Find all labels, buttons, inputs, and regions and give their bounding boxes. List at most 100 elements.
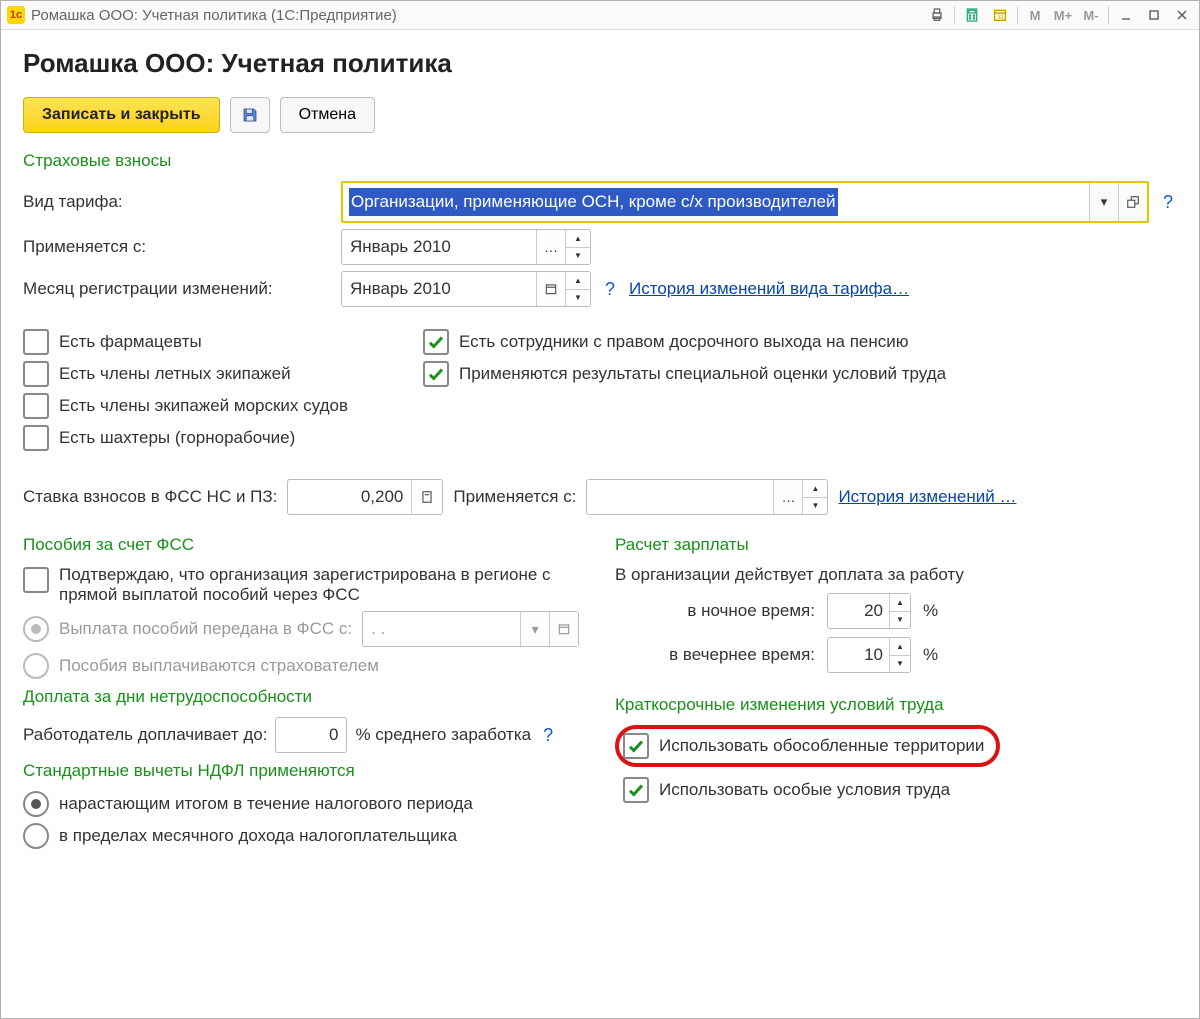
chk-label: Есть шахтеры (горнорабочие) (59, 428, 295, 448)
content-area: Ромашка ООО: Учетная политика Записать и… (1, 30, 1199, 875)
window: 1c Ромашка ООО: Учетная политика (1С:Пре… (0, 0, 1200, 1019)
fss-direct-date-value: . . (363, 612, 520, 646)
section-sickpay-title: Доплата за дни нетрудоспособности (23, 687, 585, 707)
calendar-button (549, 612, 578, 646)
calendar-icon[interactable]: 31 (987, 4, 1013, 26)
fss-rate-label: Ставка взносов в ФСС НС и ПЗ: (23, 487, 277, 507)
fss-rate-value: 0,200 (288, 480, 411, 514)
chk-label: Есть члены летных экипажей (59, 364, 291, 384)
dropdown-button: ▾ (520, 612, 549, 646)
app-logo: 1c (7, 6, 25, 24)
chk-early-pension[interactable]: Есть сотрудники с правом досрочного выхо… (423, 329, 1177, 355)
chk-pharmacists[interactable]: Есть фармацевты (23, 329, 423, 355)
evening-spinner[interactable]: ▲▼ (889, 638, 910, 672)
help-icon[interactable]: ? (601, 279, 619, 300)
titlebar: 1c Ромашка ООО: Учетная политика (1С:Пре… (1, 1, 1199, 30)
fss-applied-from-field[interactable]: … ▲▼ (586, 479, 828, 515)
fss-history-link[interactable]: История изменений … (838, 487, 1016, 507)
applied-from-label: Применяется с: (23, 237, 331, 257)
minimize-button[interactable] (1113, 4, 1139, 26)
evening-value: 10 (828, 638, 889, 672)
sickpay-suffix: % среднего заработка (355, 725, 531, 745)
calculator-button[interactable] (411, 480, 442, 514)
chk-sea-crew[interactable]: Есть члены экипажей морских судов (23, 393, 423, 419)
radio-label: в пределах месячного дохода налогоплател… (59, 826, 457, 846)
section-insurance-title: Страховые взносы (23, 151, 1177, 171)
chk-confirm-region[interactable]: Подтверждаю, что организация зарегистрир… (23, 565, 585, 605)
memory-m-button[interactable]: M (1022, 4, 1048, 26)
svg-text:31: 31 (997, 15, 1004, 21)
window-title: Ромашка ООО: Учетная политика (1С:Предпр… (31, 7, 397, 24)
applied-from-field[interactable]: Январь 2010 … ▲▼ (341, 229, 591, 265)
night-value-field[interactable]: 20 ▲▼ (827, 593, 911, 629)
calculator-icon[interactable] (959, 4, 985, 26)
save-button[interactable] (230, 97, 270, 133)
chk-label: Есть фармацевты (59, 332, 202, 352)
month-spinner[interactable]: ▲▼ (565, 272, 590, 306)
help-icon[interactable]: ? (539, 725, 557, 746)
radio-label: Пособия выплачиваются страхователем (59, 656, 379, 676)
sickpay-field[interactable]: 0 (275, 717, 347, 753)
radio-fss-direct: Выплата пособий передана в ФСС с: . . ▾ (23, 611, 585, 647)
ellipsis-button[interactable]: … (536, 230, 565, 264)
section-ndfl-title: Стандартные вычеты НДФЛ применяются (23, 761, 585, 781)
reg-month-label: Месяц регистрации изменений: (23, 279, 331, 299)
tariff-label: Вид тарифа: (23, 192, 331, 212)
applied-from-value: Январь 2010 (342, 230, 536, 264)
fss-applied-from-value (587, 480, 773, 514)
maximize-button[interactable] (1141, 4, 1167, 26)
chk-territories[interactable]: Использовать обособленные территории (623, 733, 984, 759)
fss-direct-date: . . ▾ (362, 611, 579, 647)
section-fss-benefits-title: Пособия за счет ФСС (23, 535, 585, 555)
chk-label: Применяются результаты специальной оценк… (459, 364, 946, 384)
ellipsis-button[interactable]: … (773, 480, 802, 514)
chk-flight-crew[interactable]: Есть члены летных экипажей (23, 361, 423, 387)
tariff-history-link[interactable]: История изменений вида тарифа… (629, 279, 909, 299)
sickpay-value: 0 (276, 718, 346, 752)
section-conditions-title: Краткосрочные изменения условий труда (615, 695, 1177, 715)
print-icon[interactable] (924, 4, 950, 26)
chk-label: Подтверждаю, что организация зарегистрир… (59, 565, 585, 605)
payroll-intro: В организации действует доплата за работ… (615, 565, 1177, 585)
month-spinner[interactable]: ▲▼ (802, 480, 827, 514)
help-icon[interactable]: ? (1159, 192, 1177, 213)
dropdown-button[interactable]: ▾ (1089, 183, 1118, 221)
open-select-button[interactable] (1118, 183, 1147, 221)
chk-special-assessment[interactable]: Применяются результаты специальной оценк… (423, 361, 1177, 387)
close-button[interactable] (1169, 4, 1195, 26)
chk-special-conditions[interactable]: Использовать особые условия труда (623, 777, 1177, 803)
memory-mplus-button[interactable]: M+ (1050, 4, 1076, 26)
fss-applied-from-label: Применяется с: (453, 487, 576, 507)
night-label: в ночное время: (615, 601, 815, 621)
radio-label: нарастающим итогом в течение налогового … (59, 794, 473, 814)
save-close-button[interactable]: Записать и закрыть (23, 97, 220, 133)
chk-label: Есть члены экипажей морских судов (59, 396, 348, 416)
reg-month-field[interactable]: Январь 2010 ▲▼ (341, 271, 591, 307)
night-spinner[interactable]: ▲▼ (889, 594, 910, 628)
evening-label: в вечернее время: (615, 645, 815, 665)
radio-insurer-pays: Пособия выплачиваются страхователем (23, 653, 585, 679)
radio-ndfl-accrued[interactable]: нарастающим итогом в течение налогового … (23, 791, 585, 817)
cancel-button[interactable]: Отмена (280, 97, 375, 133)
memory-mminus-button[interactable]: M- (1078, 4, 1104, 26)
pct-label: % (923, 601, 938, 621)
sickpay-label: Работодатель доплачивает до: (23, 725, 267, 745)
tariff-value-text: Организации, применяющие ОСН, кроме с/х … (343, 183, 1089, 221)
toolbar: Записать и закрыть Отмена (23, 97, 1177, 133)
section-payroll-title: Расчет зарплаты (615, 535, 1177, 555)
reg-month-value: Январь 2010 (342, 272, 536, 306)
month-spinner[interactable]: ▲▼ (565, 230, 590, 264)
pct-label: % (923, 645, 938, 665)
tariff-field[interactable]: Организации, применяющие ОСН, кроме с/х … (341, 181, 1149, 223)
radio-label: Выплата пособий передана в ФСС с: (59, 619, 352, 639)
calendar-button[interactable] (536, 272, 565, 306)
chk-label: Использовать особые условия труда (659, 780, 950, 800)
fss-rate-field[interactable]: 0,200 (287, 479, 443, 515)
chk-label: Использовать обособленные территории (659, 736, 984, 756)
page-title: Ромашка ООО: Учетная политика (23, 48, 1177, 79)
night-value: 20 (828, 594, 889, 628)
radio-ndfl-monthly[interactable]: в пределах месячного дохода налогоплател… (23, 823, 585, 849)
evening-value-field[interactable]: 10 ▲▼ (827, 637, 911, 673)
chk-label: Есть сотрудники с правом досрочного выхо… (459, 332, 909, 352)
chk-miners[interactable]: Есть шахтеры (горнорабочие) (23, 425, 423, 451)
